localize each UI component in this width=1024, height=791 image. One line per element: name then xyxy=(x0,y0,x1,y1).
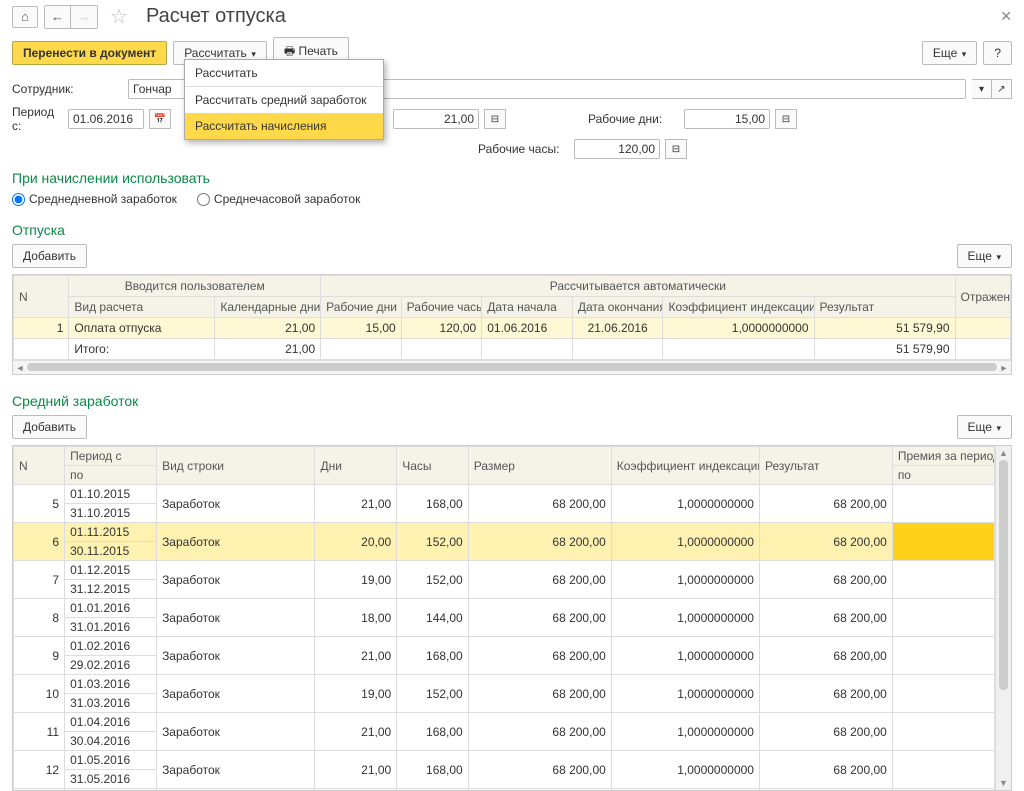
col-n: N xyxy=(14,447,65,485)
add-vacation-button[interactable]: Добавить xyxy=(12,244,87,268)
table-row[interactable]: 10 01.03.2016 Заработок 19,00 152,00 68 … xyxy=(14,675,995,694)
scroll-right-icon[interactable]: ► xyxy=(997,361,1011,375)
add-avg-button[interactable]: Добавить xyxy=(12,415,87,439)
scroll-thumb[interactable] xyxy=(27,363,997,371)
help-button[interactable]: ? xyxy=(983,41,1012,65)
h-scrollbar[interactable]: ◄ ► xyxy=(13,360,1011,374)
col-result: Результат xyxy=(759,447,892,485)
daily-radio[interactable]: Среднедневной заработок xyxy=(12,192,177,206)
table-row[interactable]: 9 01.02.2016 Заработок 21,00 168,00 68 2… xyxy=(14,637,995,656)
work-days-field[interactable]: 15,00 xyxy=(684,109,770,129)
hourly-radio[interactable]: Среднечасовой заработок xyxy=(197,192,360,206)
calendar-icon[interactable]: 📅 xyxy=(149,109,171,129)
col-work-hours: Рабочие часы xyxy=(401,297,482,318)
table-row-total: Итого: 21,00 51 579,90 xyxy=(14,339,1011,360)
calculate-dropdown: Рассчитать Рассчитать средний заработок … xyxy=(184,59,384,140)
avg-table: N Период с Вид строки Дни Часы Размер Ко… xyxy=(13,446,995,790)
close-icon[interactable]: ✕ xyxy=(996,4,1016,29)
stepper-icon[interactable]: ⊟ xyxy=(775,109,797,129)
table-row-total: 160,00 1 272,00 545 600,00 xyxy=(14,789,995,791)
dd-calc-avg[interactable]: Рассчитать средний заработок xyxy=(185,86,383,113)
table-row[interactable]: 8 01.01.2016 Заработок 18,00 144,00 68 2… xyxy=(14,599,995,618)
scroll-thumb[interactable] xyxy=(999,460,1008,690)
col-type: Вид строки xyxy=(157,447,315,485)
more-avg-button[interactable]: Еще ▾ xyxy=(957,415,1012,439)
printer-icon: 🖶 xyxy=(284,44,299,58)
vacations-table: N Вводится пользователем Рассчитывается … xyxy=(12,274,1012,375)
scroll-down-icon[interactable]: ▼ xyxy=(996,776,1011,790)
table-row[interactable]: 1 Оплата отпуска 21,00 15,00 120,00 01.0… xyxy=(14,318,1011,339)
col-work-days: Рабочие дни xyxy=(321,297,402,318)
dd-calc[interactable]: Рассчитать xyxy=(185,60,383,86)
open-icon[interactable]: ↗ xyxy=(992,79,1012,99)
transfer-button[interactable]: Перенести в документ xyxy=(12,41,167,65)
col-result: Результат xyxy=(814,297,955,318)
col-period: Период с xyxy=(65,447,157,466)
dd-calc-accrual[interactable]: Рассчитать начисления xyxy=(185,113,383,139)
vacations-title: Отпуска xyxy=(0,214,1024,242)
stepper-icon[interactable]: ⊟ xyxy=(665,139,687,159)
stepper-icon[interactable]: ⊟ xyxy=(484,109,506,129)
period-from-field[interactable]: 01.06.2016 xyxy=(68,109,144,129)
page-title: Расчет отпуска xyxy=(146,5,286,28)
home-button[interactable]: ⌂ xyxy=(12,6,38,28)
col-amount: Размер xyxy=(468,447,611,485)
col-end: Дата окончания xyxy=(572,297,663,318)
dropdown-icon[interactable]: ▾ xyxy=(972,79,992,99)
favorite-icon[interactable]: ☆ xyxy=(110,4,128,29)
table-row[interactable]: 12 01.05.2016 Заработок 21,00 168,00 68 … xyxy=(14,751,995,770)
caret-down-icon: ▾ xyxy=(959,49,966,59)
col-bonus: Премия за период xyxy=(892,447,994,466)
more-button[interactable]: Еще ▾ xyxy=(922,41,977,65)
caret-down-icon: ▾ xyxy=(249,49,256,59)
calendar-days-field[interactable]: 21,00 xyxy=(393,109,479,129)
table-row[interactable]: 5 01.10.2015 Заработок 21,00 168,00 68 2… xyxy=(14,485,995,504)
more-vacation-button[interactable]: Еще ▾ xyxy=(957,244,1012,268)
back-button[interactable]: ← xyxy=(45,6,71,28)
col-reflected: Отражен xyxy=(955,276,1010,318)
avg-title: Средний заработок xyxy=(0,385,1024,413)
col-type: Вид расчета xyxy=(69,297,215,318)
period-from-label: Период с: xyxy=(12,105,62,133)
calc-use-title: При начислении использовать xyxy=(0,162,1024,190)
v-scrollbar[interactable]: ▲ ▼ xyxy=(995,446,1011,790)
col-coef: Коэффициент индексации xyxy=(663,297,814,318)
work-hours-field[interactable]: 120,00 xyxy=(574,139,660,159)
forward-button: → xyxy=(71,6,97,28)
scroll-up-icon[interactable]: ▲ xyxy=(996,446,1011,460)
table-row[interactable]: 11 01.04.2016 Заработок 21,00 168,00 68 … xyxy=(14,713,995,732)
col-bonus2: по xyxy=(892,466,994,485)
employee-label: Сотрудник: xyxy=(12,82,122,96)
col-coef: Коэффициент индексации xyxy=(611,447,759,485)
col-days: Дни xyxy=(315,447,397,485)
col-auto-group: Рассчитывается автоматически xyxy=(321,276,955,297)
col-n: N xyxy=(14,276,69,318)
col-cal-days: Календарные дни xyxy=(215,297,321,318)
scroll-left-icon[interactable]: ◄ xyxy=(13,361,27,375)
col-user-group: Вводится пользователем xyxy=(69,276,321,297)
col-hours: Часы xyxy=(397,447,469,485)
work-days-label: Рабочие дни: xyxy=(588,112,678,126)
work-hours-label: Рабочие часы: xyxy=(478,142,568,156)
col-period2: по xyxy=(65,466,157,485)
table-row[interactable]: 6 01.11.2015 Заработок 20,00 152,00 68 2… xyxy=(14,523,995,542)
col-start: Дата начала xyxy=(482,297,573,318)
table-row[interactable]: 7 01.12.2015 Заработок 19,00 152,00 68 2… xyxy=(14,561,995,580)
